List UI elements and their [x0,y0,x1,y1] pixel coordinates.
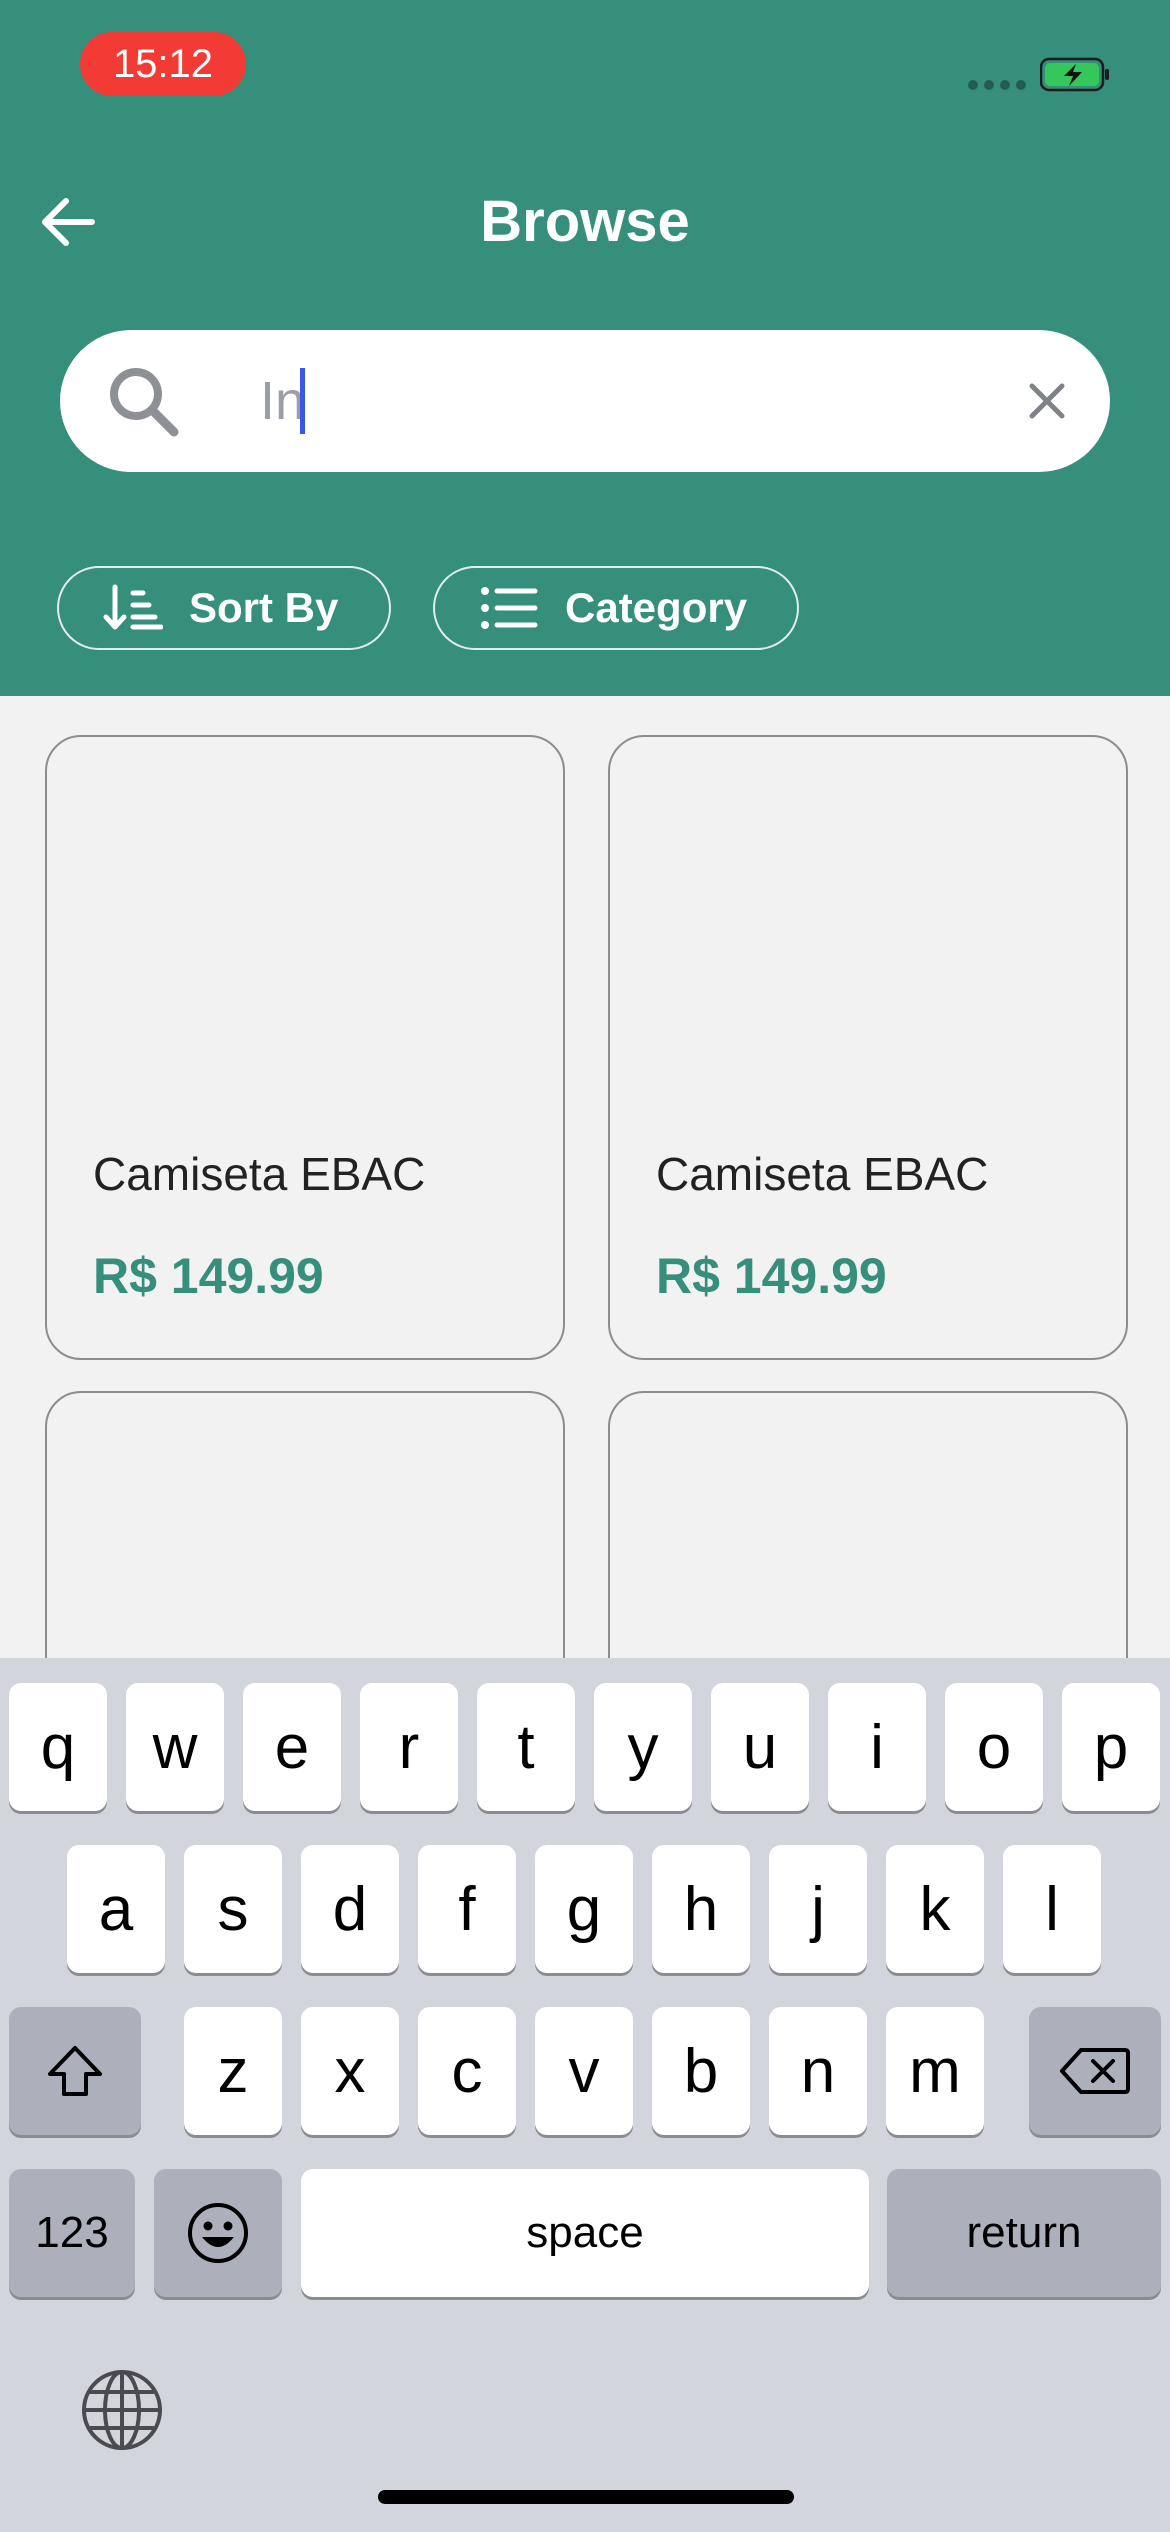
key-u[interactable]: u [711,1683,809,1811]
key-t[interactable]: t [477,1683,575,1811]
globe-icon[interactable] [80,2368,164,2452]
battery-icon [1040,57,1109,92]
numbers-key[interactable]: 123 [9,2169,135,2297]
key-m[interactable]: m [886,2007,984,2135]
key-b[interactable]: b [652,2007,750,2135]
key-g[interactable]: g [535,1845,633,1973]
header: 15:12 Browse In Sort By Category [0,0,1170,696]
product-card[interactable]: Camiseta EBAC R$ 149.99 [608,735,1128,1360]
emoji-key[interactable] [154,2169,282,2297]
shift-key[interactable] [9,2007,141,2135]
key-e[interactable]: e [243,1683,341,1811]
key-q[interactable]: q [9,1683,107,1811]
page-title: Browse [480,189,690,254]
key-p[interactable]: p [1062,1683,1160,1811]
key-x[interactable]: x [301,2007,399,2135]
key-o[interactable]: o [945,1683,1043,1811]
key-j[interactable]: j [769,1845,867,1973]
status-time: 15:12 [80,32,246,96]
key-n[interactable]: n [769,2007,867,2135]
search-input[interactable]: In [260,366,305,436]
key-v[interactable]: v [535,2007,633,2135]
key-s[interactable]: s [184,1845,282,1973]
signal-icon [968,80,1026,90]
return-key[interactable]: return [887,2169,1161,2297]
list-icon [481,587,538,629]
category-button[interactable]: Category [433,566,799,650]
key-a[interactable]: a [67,1845,165,1973]
sort-icon [103,584,163,630]
category-label: Category [565,584,748,631]
clear-icon[interactable] [1020,374,1074,428]
home-indicator [378,2490,794,2504]
key-d[interactable]: d [301,1845,399,1973]
key-y[interactable]: y [594,1683,692,1811]
search-icon [110,368,179,437]
key-h[interactable]: h [652,1845,750,1973]
emoji-icon [188,2203,248,2263]
text-caret [300,368,305,434]
sort-by-button[interactable]: Sort By [57,566,391,650]
delete-icon [1060,2048,1130,2094]
sort-by-label: Sort By [189,584,339,631]
product-price: R$ 149.99 [93,1248,324,1304]
key-k[interactable]: k [886,1845,984,1973]
product-price: R$ 149.99 [656,1248,887,1304]
product-name: Camiseta EBAC [656,1148,989,1200]
key-i[interactable]: i [828,1683,926,1811]
key-r[interactable]: r [360,1683,458,1811]
key-w[interactable]: w [126,1683,224,1811]
product-name: Camiseta EBAC [93,1148,426,1200]
shift-icon [48,2046,102,2096]
key-c[interactable]: c [418,2007,516,2135]
space-key[interactable]: space [301,2169,869,2297]
search-bar[interactable]: In [60,330,1110,472]
delete-key[interactable] [1029,2007,1161,2135]
key-l[interactable]: l [1003,1845,1101,1973]
product-card[interactable]: Camiseta EBAC R$ 149.99 [45,735,565,1360]
key-z[interactable]: z [184,2007,282,2135]
key-f[interactable]: f [418,1845,516,1973]
